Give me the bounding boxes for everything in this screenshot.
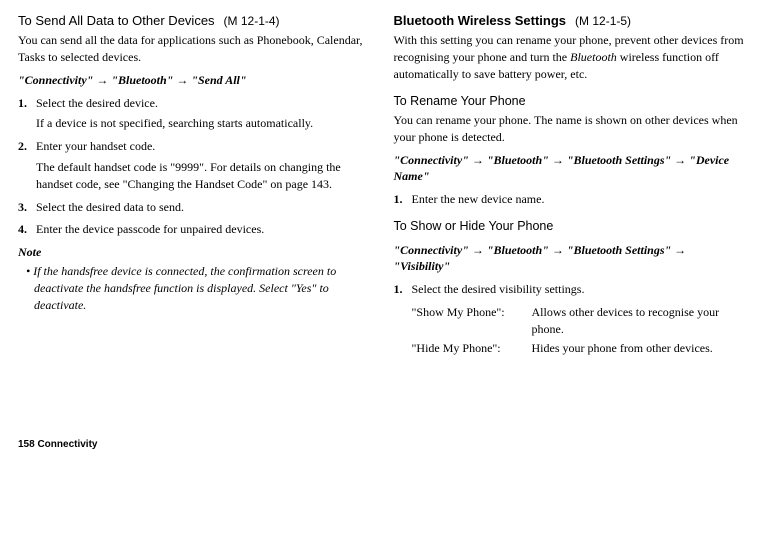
step-sub: The default handset code is "9999". For … — [36, 159, 370, 193]
list-item: 1. Select the desired visibility setting… — [394, 281, 746, 298]
definition-row: "Show My Phone": Allows other devices to… — [394, 304, 746, 338]
note-heading: Note — [18, 244, 370, 261]
list-item: 3. Select the desired data to send. — [18, 199, 370, 216]
bluetooth-italic: Bluetooth — [570, 50, 617, 64]
rename-body: You can rename your phone. The name is s… — [394, 112, 746, 146]
definition-label: "Show My Phone": — [412, 304, 532, 338]
step-text: Enter the new device name. — [412, 191, 746, 208]
step-text: Select the desired data to send. — [36, 200, 184, 214]
step-number: 2. — [18, 138, 36, 192]
step-number: 1. — [394, 191, 412, 208]
step-text: Select the desired device. — [36, 96, 158, 110]
step-number: 1. — [394, 281, 412, 298]
step-number: 4. — [18, 221, 36, 238]
subhead-visibility: To Show or Hide Your Phone — [394, 218, 746, 236]
visibility-navpath: "Connectivity" → "Bluetooth" → "Bluetoot… — [394, 242, 746, 276]
subhead-rename: To Rename Your Phone — [394, 93, 746, 111]
definition-desc: Hides your phone from other devices. — [532, 340, 713, 357]
step-text: Enter your handset code. — [36, 139, 155, 153]
step-number: 3. — [18, 199, 36, 216]
left-steps: 1. Select the desired device. If a devic… — [18, 95, 370, 239]
list-item: 2. Enter your handset code. The default … — [18, 138, 370, 192]
step-content: Enter the device passcode for unpaired d… — [36, 221, 370, 238]
step-content: Select the desired data to send. — [36, 199, 370, 216]
definition-desc: Allows other devices to recognise your p… — [532, 304, 746, 338]
definition-row: "Hide My Phone": Hides your phone from o… — [394, 340, 746, 357]
rename-navpath: "Connectivity" → "Bluetooth" → "Bluetoot… — [394, 152, 746, 186]
step-content: Enter your handset code. The default han… — [36, 138, 370, 192]
list-item: 1. Select the desired device. If a devic… — [18, 95, 370, 133]
section-header-left: To Send All Data to Other Devices (M 12-… — [18, 12, 370, 30]
step-number: 1. — [18, 95, 36, 133]
visibility-steps: 1. Select the desired visibility setting… — [394, 281, 746, 298]
right-column: Bluetooth Wireless Settings (M 12-1-5) W… — [394, 12, 746, 358]
step-text: Select the desired visibility settings. — [412, 281, 746, 298]
right-intro: With this setting you can rename your ph… — [394, 32, 746, 82]
step-text: Enter the device passcode for unpaired d… — [36, 222, 264, 236]
left-menu-code: (M 12-1-4) — [224, 14, 280, 28]
note-body: • If the handsfree device is connected, … — [26, 263, 370, 313]
step-content: Select the desired device. If a device i… — [36, 95, 370, 133]
right-menu-code: (M 12-1-5) — [575, 14, 631, 28]
left-intro: You can send all the data for applicatio… — [18, 32, 370, 66]
page-footer: 158 Connectivity — [18, 438, 745, 452]
left-navpath: "Connectivity" → "Bluetooth" → "Send All… — [18, 72, 370, 89]
left-column: To Send All Data to Other Devices (M 12-… — [18, 12, 370, 358]
definition-label: "Hide My Phone": — [412, 340, 532, 357]
section-header-right: Bluetooth Wireless Settings (M 12-1-5) — [394, 12, 746, 30]
rename-steps: 1. Enter the new device name. — [394, 191, 746, 208]
page-columns: To Send All Data to Other Devices (M 12-… — [18, 12, 745, 358]
right-title: Bluetooth Wireless Settings — [394, 13, 567, 28]
step-sub: If a device is not specified, searching … — [36, 115, 370, 132]
list-item: 4. Enter the device passcode for unpaire… — [18, 221, 370, 238]
left-title: To Send All Data to Other Devices — [18, 13, 215, 28]
list-item: 1. Enter the new device name. — [394, 191, 746, 208]
